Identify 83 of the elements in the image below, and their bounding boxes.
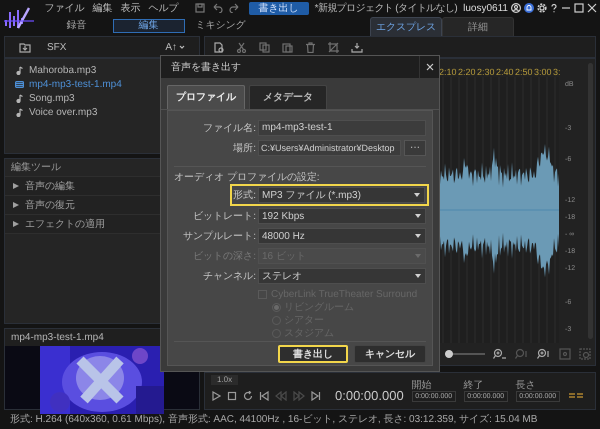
help-icon[interactable]	[550, 3, 558, 13]
zoom-in-icon[interactable]	[537, 348, 551, 360]
music-note-icon	[15, 66, 24, 74]
field-label: 場所:	[232, 142, 257, 156]
field-label: 長さ	[516, 380, 537, 391]
maximize-icon[interactable]	[574, 3, 584, 13]
file-item[interactable]: Mahoroba.mp3	[29, 62, 96, 78]
caret-icon	[414, 233, 422, 239]
undo-icon[interactable]	[210, 3, 223, 13]
redo-icon[interactable]	[228, 3, 241, 13]
trash-icon[interactable]	[305, 42, 316, 52]
sort-dropdown[interactable]: A↑	[165, 40, 185, 54]
file-item[interactable]: mp4-mp3-test-1.mp4	[29, 76, 122, 92]
time-label: 2:20	[458, 67, 475, 77]
menu-item[interactable]: ファイル	[40, 0, 89, 16]
close-icon[interactable]	[587, 3, 597, 13]
speed-badge: 1.0x	[211, 375, 238, 385]
meter-icon[interactable]	[568, 391, 584, 401]
caret-icon	[414, 253, 422, 259]
dialog-button[interactable]: キャンセル	[354, 345, 426, 363]
field-label: チャンネル:	[202, 270, 257, 284]
preview-title: mp4-mp3-test-1.mp4	[10, 331, 105, 345]
mode-tab[interactable]: 録音	[40, 19, 113, 33]
project-title: *新規プロジェクト (タイトルなし)	[314, 2, 458, 16]
mode-tab[interactable]: 編集	[112, 19, 185, 33]
user-name: luosy0611	[462, 2, 508, 16]
dialog-tab[interactable]: プロファイル	[167, 85, 245, 109]
menu-item[interactable]: 編集	[88, 0, 117, 16]
time-label: 2:50	[515, 67, 532, 77]
loop-icon[interactable]	[243, 391, 253, 401]
sfx-tab[interactable]: SFX	[47, 40, 66, 54]
paste-icon[interactable]	[282, 42, 293, 52]
field-label: 終了	[464, 380, 485, 391]
skip-forward-icon[interactable]	[311, 391, 321, 401]
mode-tab[interactable]: ミキシング	[184, 19, 257, 33]
user-icon[interactable]	[511, 3, 521, 13]
cut-icon[interactable]	[236, 42, 247, 52]
file-item[interactable]: Voice over.mp3	[29, 104, 98, 120]
time-label: 2:10	[439, 67, 456, 77]
dropdown[interactable]: 192 Kbps	[258, 208, 426, 224]
field-label: ファイル名:	[202, 122, 257, 136]
music-note-icon	[15, 108, 24, 116]
export-tray-icon[interactable]	[351, 42, 363, 52]
radio-button[interactable]	[272, 303, 281, 312]
status-bar-text: 形式: H.264 (640x360, 0.61 Mbps), 音声形式: AAC, 44100Hz , 16-ビット, ステレオ, 長さ: 03:12.359, サイズ: 15.04 MB	[10, 412, 538, 427]
dropdown[interactable]: ステレオ	[258, 268, 426, 284]
menu-item[interactable]: 表示	[116, 0, 145, 16]
text-field[interactable]: mp4-mp3-test-1	[258, 120, 426, 136]
close-icon	[426, 63, 434, 71]
play-icon[interactable]	[211, 391, 221, 401]
file-item[interactable]: Song.mp3	[29, 90, 75, 106]
dropdown[interactable]: 48000 Hz	[258, 228, 426, 244]
caret-icon	[414, 273, 422, 279]
path-field[interactable]: C:¥Users¥Administrator¥Desktop	[258, 140, 401, 156]
import-icon[interactable]	[19, 42, 31, 52]
time-label: 2:40	[496, 67, 513, 77]
settings-icon[interactable]	[537, 3, 547, 13]
caret-icon	[414, 213, 422, 219]
export-button[interactable]: 書き出し	[248, 2, 309, 14]
crop-icon[interactable]	[328, 42, 339, 52]
skip-back-icon[interactable]	[259, 391, 269, 401]
time-label: 2:30	[477, 67, 494, 77]
time-label: 3:	[553, 67, 561, 77]
copy-icon[interactable]	[259, 42, 270, 52]
stop-icon[interactable]	[227, 391, 237, 401]
music-note-icon	[15, 94, 24, 102]
field-label: 開始	[412, 380, 433, 391]
browse-button[interactable]: ···	[404, 140, 426, 156]
zoom-in-icon[interactable]	[493, 348, 507, 360]
caret-icon	[413, 192, 421, 198]
dialog-title: 音声を書き出す	[171, 60, 241, 74]
new-file-icon[interactable]	[213, 42, 224, 52]
save-icon[interactable]	[194, 3, 205, 13]
view-tab[interactable]: エクスプレス	[370, 17, 442, 36]
field-label: 形式:	[232, 188, 257, 202]
dropdown[interactable]: MP3 ファイル (*.mp3)	[258, 187, 425, 203]
view-tab[interactable]: 詳細	[442, 17, 514, 36]
caret-icon	[179, 44, 185, 50]
dialog-tab[interactable]: メタデータ	[249, 85, 327, 109]
time-display: 0:00:00.000	[335, 387, 404, 406]
menu-item[interactable]: ヘルプ	[144, 0, 183, 16]
time-label: 3:00	[534, 67, 551, 77]
dialog-button[interactable]: 書き出し	[278, 345, 348, 363]
